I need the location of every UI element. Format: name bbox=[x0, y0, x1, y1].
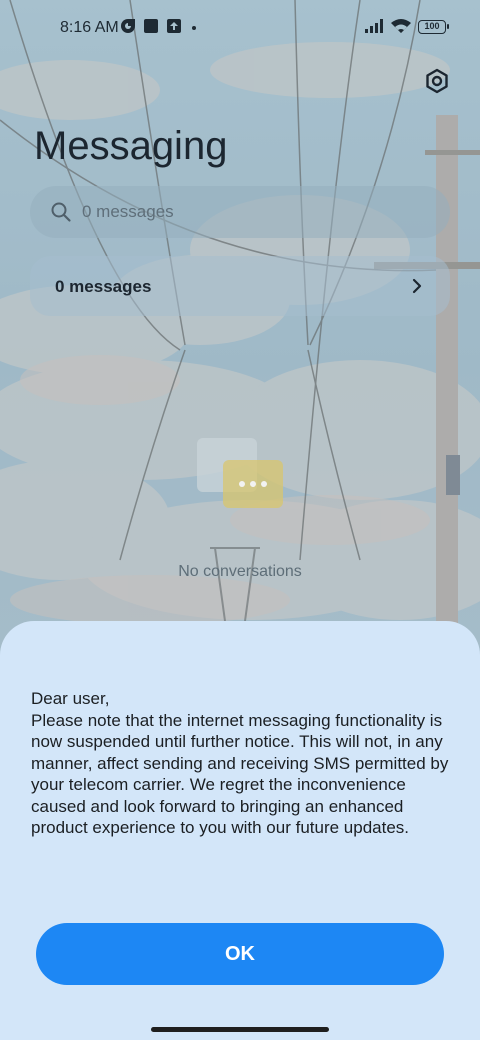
status-bar: 8:16 AM 100 bbox=[0, 0, 480, 56]
wifi-icon bbox=[391, 19, 411, 33]
empty-conversations-icon bbox=[197, 438, 283, 508]
empty-state-text: No conversations bbox=[178, 563, 302, 580]
messages-group-label: 0 messages bbox=[55, 277, 152, 296]
home-indicator[interactable] bbox=[151, 1027, 329, 1032]
dot-icon bbox=[192, 26, 196, 30]
notice-dialog: Dear user, Please note that the internet… bbox=[0, 621, 480, 1040]
dialog-message: Dear user, Please note that the internet… bbox=[31, 689, 449, 837]
search-icon bbox=[51, 202, 71, 222]
ok-button[interactable]: OK bbox=[36, 923, 444, 985]
search-input[interactable] bbox=[82, 186, 422, 238]
page-title: Messaging bbox=[34, 124, 228, 168]
search-bar[interactable] bbox=[30, 186, 450, 238]
vpn-key-icon bbox=[121, 19, 135, 33]
chevron-right-icon bbox=[412, 278, 422, 294]
messages-group-row[interactable]: 0 messages bbox=[30, 256, 450, 316]
status-time: 8:16 AM bbox=[60, 19, 119, 36]
battery-level: 100 bbox=[424, 21, 440, 31]
settings-button[interactable] bbox=[420, 64, 454, 98]
notification-square-icon bbox=[144, 19, 158, 33]
signal-icon bbox=[365, 19, 383, 33]
battery-icon: 100 bbox=[418, 20, 449, 34]
upload-arrow-icon bbox=[167, 19, 181, 33]
settings-hexagon-icon bbox=[426, 68, 448, 94]
